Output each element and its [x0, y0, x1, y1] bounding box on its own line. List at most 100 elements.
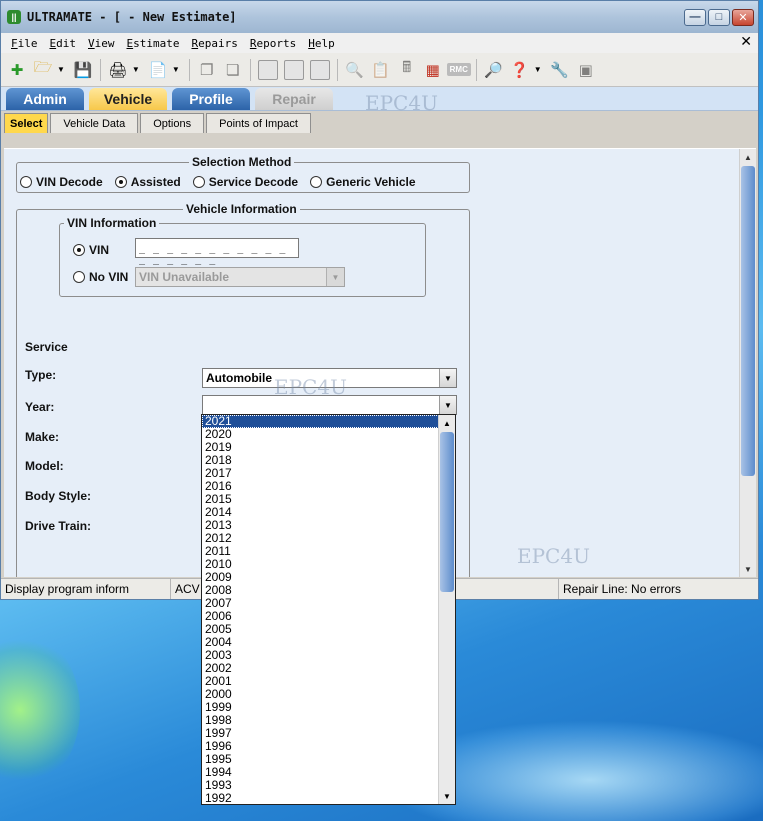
subtab-options[interactable]: Options — [140, 113, 205, 133]
menu-view[interactable]: View — [82, 37, 121, 50]
subtab-vehicle-data[interactable]: Vehicle Data — [50, 113, 139, 133]
menu-help[interactable]: Help — [302, 37, 341, 50]
new-estimate-icon[interactable]: ✚ — [5, 58, 29, 82]
report-icon[interactable]: 📄 — [146, 58, 170, 82]
radio-no-vin[interactable]: No VIN — [73, 270, 128, 284]
year-option-2005[interactable]: 2005 — [202, 623, 439, 636]
maximize-button[interactable]: □ — [708, 8, 730, 26]
year-option-2001[interactable]: 2001 — [202, 675, 439, 688]
year-option-2003[interactable]: 2003 — [202, 649, 439, 662]
radio-no-vin-dot[interactable] — [73, 271, 85, 283]
year-option-1993[interactable]: 1993 — [202, 779, 439, 792]
year-option-2009[interactable]: 2009 — [202, 571, 439, 584]
model-label: Model: — [25, 459, 64, 473]
scroll-up-icon[interactable]: ▲ — [740, 149, 756, 166]
year-option-1999[interactable]: 1999 — [202, 701, 439, 714]
layout-1-icon[interactable] — [257, 59, 278, 80]
minimize-button[interactable]: — — [684, 8, 706, 26]
year-option-2014[interactable]: 2014 — [202, 506, 439, 519]
radio-assisted-dot[interactable] — [114, 176, 127, 188]
menu-file[interactable]: File — [5, 37, 44, 50]
copy-icon[interactable]: ❐ — [195, 58, 219, 82]
year-option-1996[interactable]: 1996 — [202, 740, 439, 753]
help-icon[interactable]: ❓ — [508, 58, 532, 82]
scroll-down-icon[interactable]: ▼ — [439, 788, 455, 804]
open-folder-icon[interactable]: 🗁 — [31, 58, 55, 82]
totals-icon[interactable]: ▦ — [421, 58, 445, 82]
rmc-icon[interactable]: RMC — [446, 63, 471, 76]
tab-vehicle[interactable]: Vehicle — [89, 88, 167, 110]
pricing-icon[interactable]: 📋 — [369, 58, 393, 82]
layout-3-icon[interactable] — [309, 59, 330, 80]
subtab-select[interactable]: Select — [4, 113, 49, 133]
year-list-scrollbar[interactable]: ▲ ▼ — [438, 415, 455, 804]
year-option-2006[interactable]: 2006 — [202, 610, 439, 623]
vin-input[interactable]: _ _ _ _ _ _ _ _ _ _ _ _ _ _ _ _ _ — [135, 238, 299, 265]
radio-service-decode[interactable]: Service Decode — [192, 175, 298, 189]
scroll-thumb[interactable] — [741, 166, 755, 476]
help-dropdown-icon[interactable]: ▼ — [534, 65, 542, 74]
panel-scrollbar[interactable]: ▲ ▼ — [739, 149, 756, 577]
calculator-icon[interactable]: 🖩 — [395, 58, 419, 82]
year-option-1992[interactable]: 1992 — [202, 792, 439, 805]
ep-pro-icon[interactable]: ▣ — [574, 58, 598, 82]
print-dropdown-icon[interactable]: ▼ — [132, 65, 140, 74]
year-option-2017[interactable]: 2017 — [202, 467, 439, 480]
year-option-1998[interactable]: 1998 — [202, 714, 439, 727]
print-icon[interactable]: 🖨 — [106, 58, 130, 82]
year-option-2019[interactable]: 2019 — [202, 441, 439, 454]
year-option-2015[interactable]: 2015 — [202, 493, 439, 506]
radio-vin-decode[interactable]: VIN Decode — [20, 175, 103, 189]
menu-reports[interactable]: Reports — [244, 37, 302, 50]
year-option-1997[interactable]: 1997 — [202, 727, 439, 740]
menu-repairs[interactable]: Repairs — [185, 37, 243, 50]
year-option-2010[interactable]: 2010 — [202, 558, 439, 571]
year-option-2018[interactable]: 2018 — [202, 454, 439, 467]
year-option-2002[interactable]: 2002 — [202, 662, 439, 675]
year-option-1994[interactable]: 1994 — [202, 766, 439, 779]
save-icon[interactable]: 💾 — [71, 58, 95, 82]
preview-icon[interactable]: 🔎 — [482, 58, 506, 82]
year-option-2007[interactable]: 2007 — [202, 597, 439, 610]
tools-icon[interactable]: 🔧 — [548, 58, 572, 82]
tab-repair[interactable]: Repair — [255, 88, 333, 110]
document-close-icon[interactable]: ✕ — [740, 34, 752, 50]
radio-assisted[interactable]: Assisted — [114, 175, 181, 189]
radio-vin[interactable]: VIN — [73, 243, 109, 257]
subtab-points-of-impact[interactable]: Points of Impact — [206, 113, 311, 133]
year-option-2008[interactable]: 2008 — [202, 584, 439, 597]
tab-admin[interactable]: Admin — [6, 88, 84, 110]
tab-profile[interactable]: Profile — [172, 88, 250, 110]
radio-vin-decode-dot[interactable] — [20, 176, 32, 188]
year-option-2000[interactable]: 2000 — [202, 688, 439, 701]
menu-edit[interactable]: Edit — [44, 37, 83, 50]
year-option-2004[interactable]: 2004 — [202, 636, 439, 649]
year-list-scroll-thumb[interactable] — [440, 432, 454, 592]
radio-service-decode-dot[interactable] — [192, 176, 205, 188]
open-dropdown-icon[interactable]: ▼ — [57, 65, 65, 74]
year-option-2021[interactable]: 2021 — [202, 415, 439, 428]
year-select[interactable]: ▼ — [202, 395, 457, 415]
radio-vin-dot[interactable] — [73, 244, 85, 256]
chevron-down-icon[interactable]: ▼ — [326, 268, 344, 286]
search-parts-icon[interactable]: 🔍 — [343, 58, 367, 82]
chevron-down-icon[interactable]: ▼ — [439, 396, 456, 414]
radio-generic-vehicle[interactable]: Generic Vehicle — [310, 175, 416, 189]
paste-icon[interactable]: ❏ — [221, 58, 245, 82]
scroll-down-icon[interactable]: ▼ — [740, 561, 756, 577]
report-dropdown-icon[interactable]: ▼ — [172, 65, 180, 74]
menu-estimate[interactable]: Estimate — [121, 37, 186, 50]
chevron-down-icon[interactable]: ▼ — [439, 369, 456, 387]
radio-generic-vehicle-dot[interactable] — [310, 176, 323, 188]
year-option-2013[interactable]: 2013 — [202, 519, 439, 532]
close-button[interactable]: ✕ — [732, 8, 754, 26]
year-dropdown-list[interactable]: 2021 2020 2019 2018 2017 2016 2015 2014 2013 2012… — [201, 414, 456, 805]
year-option-1995[interactable]: 1995 — [202, 753, 439, 766]
year-option-2016[interactable]: 2016 — [202, 480, 439, 493]
year-option-2011[interactable]: 2011 — [202, 545, 439, 558]
year-option-2020[interactable]: 2020 — [202, 428, 439, 441]
layout-2-icon[interactable] — [283, 59, 304, 80]
scroll-up-icon[interactable]: ▲ — [439, 415, 455, 431]
year-option-2012[interactable]: 2012 — [202, 532, 439, 545]
vin-unavailable-select[interactable]: VIN Unavailable ▼ — [135, 267, 345, 287]
